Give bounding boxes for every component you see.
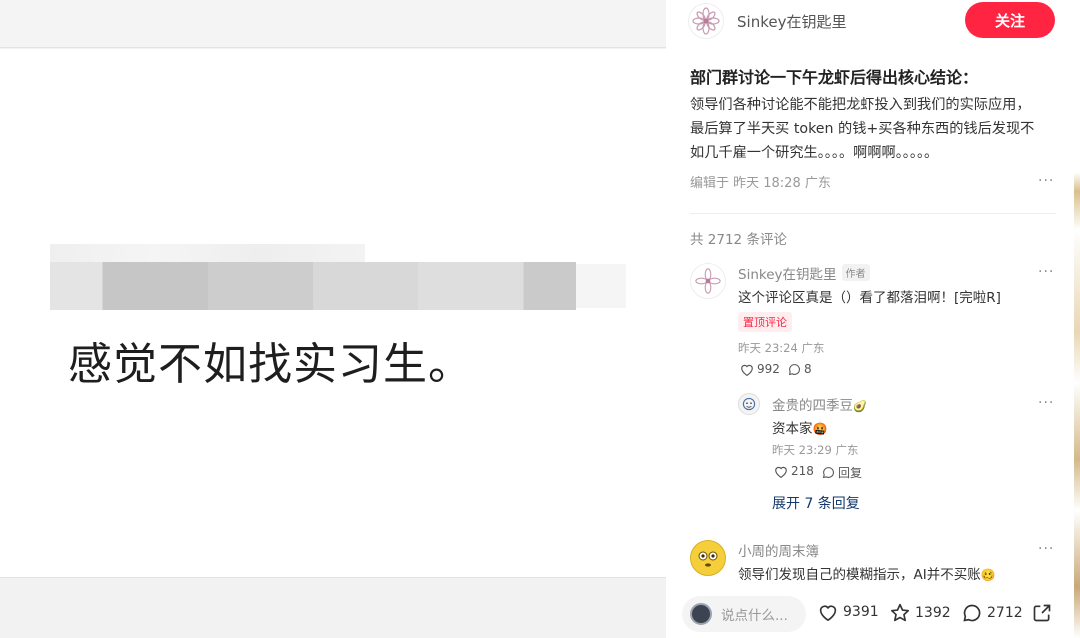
heart-icon (819, 605, 837, 621)
post-title: 部门群讨论一下午龙虾后得出核心结论： (690, 68, 979, 87)
comment-text-content: 领导们发现自己的模糊指示，AI并不买账 (738, 567, 981, 583)
comment-author-name[interactable]: 小周的周末簿 (738, 540, 819, 560)
reply-count: 8 (804, 362, 812, 376)
comment-more-icon[interactable]: ··· (1038, 264, 1054, 280)
collect-count: 1392 (915, 604, 951, 621)
comment-count: 共 2712 条评论 (690, 232, 787, 248)
bottom-action-bar: 说点什么... 9391 1392 2712 (666, 588, 1074, 638)
reply-author-name: 金贵的四季豆 (772, 398, 853, 414)
author-tag: 作者 (841, 264, 870, 281)
image-viewer[interactable]: 感觉不如找实习生。 (0, 0, 666, 638)
comment-time: 昨天 23:24 广东 (738, 341, 825, 355)
blurred-region (576, 264, 626, 308)
heart-icon (741, 364, 753, 376)
author-name[interactable]: Sinkey在钥匙里 (737, 11, 846, 32)
page-edge-strip (1074, 0, 1080, 638)
woozy-emoji: 🥴 (980, 568, 996, 582)
comment-button[interactable]: 2712 (962, 603, 1023, 623)
comment-text: 这个评论区真是（）看了都落泪啊！[完啦R] (738, 290, 1001, 306)
post-body: 领导们各种讨论能不能把龙虾投入到我们的实际应用， 最后算了半天买 token 的… (690, 93, 1058, 165)
reply-reply-button[interactable]: 回复 (822, 464, 862, 481)
avatar-doodle-icon (742, 397, 756, 411)
like-count: 992 (757, 362, 780, 376)
comment-like-button[interactable]: 992 (740, 362, 780, 376)
replier-avatar[interactable] (738, 393, 760, 415)
reply-label: 回复 (838, 466, 863, 480)
post-image[interactable]: 感觉不如找实习生。 (0, 49, 666, 577)
divider (690, 213, 1056, 214)
share-button[interactable] (1032, 603, 1052, 627)
flower-icon (695, 268, 721, 294)
post-body-line: 领导们各种讨论能不能把龙虾投入到我们的实际应用， (690, 97, 1031, 113)
reply-time: 昨天 23:29 广东 (772, 443, 859, 457)
reply-text: 资本家🤬 (772, 417, 827, 437)
image-caption-text: 感觉不如找实习生。 (68, 339, 473, 390)
commenter-avatar[interactable] (690, 540, 726, 576)
comment-author-name: Sinkey在钥匙里 (738, 267, 837, 283)
like-button[interactable]: 9391 (818, 603, 879, 621)
comment-more-icon[interactable]: ··· (1038, 541, 1054, 557)
reply-more-icon[interactable]: ··· (1038, 395, 1054, 411)
post-body-line: 如几千雇一个研究生。。。。啊啊啊。。。。。 (690, 145, 939, 161)
blurred-region (50, 262, 576, 310)
comment-reply-button[interactable]: 8 (788, 362, 812, 376)
share-icon (1033, 604, 1051, 622)
reply-like-button[interactable]: 218 (774, 464, 814, 478)
expand-replies-link[interactable]: 展开 7 条回复 (772, 493, 860, 513)
reply-text-content: 资本家 (772, 421, 813, 437)
commenter-avatar[interactable] (690, 263, 726, 299)
user-avatar (690, 603, 712, 625)
post-more-icon[interactable]: ··· (1038, 173, 1054, 189)
comment-input[interactable]: 说点什么... (682, 596, 806, 632)
angry-emoji: 🤬 (812, 422, 828, 436)
author-avatar[interactable] (688, 3, 724, 39)
comment-author[interactable]: Sinkey在钥匙里 作者 (738, 263, 870, 283)
avocado-emoji: 🥑 (853, 400, 867, 413)
comment-icon (822, 467, 834, 479)
reply-author[interactable]: 金贵的四季豆🥑 (772, 394, 867, 414)
blurred-region (50, 244, 365, 264)
comment-text: 领导们发现自己的模糊指示，AI并不买账🥴 (738, 563, 996, 583)
post-body-line: 最后算了半天买 token 的钱+买各种东西的钱后发现不 (690, 121, 1035, 137)
image-top-bar (0, 0, 666, 48)
post-edit-time: 编辑于 昨天 18:28 广东 (690, 176, 831, 191)
image-bottom-bar (0, 577, 666, 638)
follow-button[interactable]: 关注 (965, 2, 1055, 38)
flower-icon (692, 7, 720, 35)
comment-input-placeholder: 说点什么... (721, 608, 788, 624)
comment-icon (963, 604, 981, 622)
star-icon (890, 603, 910, 622)
comment-icon (788, 363, 800, 375)
flushed-face-icon (698, 551, 718, 567)
comment-total: 2712 (987, 605, 1023, 621)
like-count: 218 (791, 464, 814, 478)
heart-icon (775, 466, 787, 478)
collect-button[interactable]: 1392 (890, 603, 951, 622)
post-detail-panel: Sinkey在钥匙里 关注 部门群讨论一下午龙虾后得出核心结论： 领导们各种讨论… (666, 0, 1080, 638)
like-count: 9391 (843, 604, 879, 620)
pinned-tag: 置顶评论 (738, 312, 792, 332)
